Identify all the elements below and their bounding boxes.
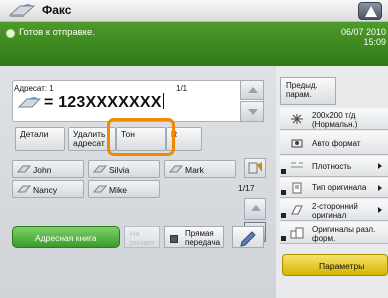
on-hook-label: На рычаге — [130, 229, 155, 247]
recipient-nancy[interactable]: Nancy — [12, 180, 84, 198]
address-scroll-up[interactable] — [240, 80, 264, 100]
recipient-name: Nancy — [33, 185, 58, 195]
address-page: 1/1 — [176, 84, 188, 93]
status-time: 15:09 — [363, 37, 386, 47]
marker-icon — [281, 190, 286, 195]
arrow-up-icon — [251, 205, 261, 211]
mixed-originals-icon — [290, 227, 304, 239]
edit-button[interactable] — [232, 226, 264, 248]
details-label: Детали — [20, 129, 49, 139]
original-type-option[interactable]: Тип оригинала — [280, 178, 388, 198]
pencil-icon — [240, 231, 256, 247]
address-label: Адресат: 1 — [14, 84, 54, 93]
title-bar: Факс — [0, 0, 388, 22]
fax-icon — [17, 165, 31, 173]
recipient-silvia[interactable]: Silvia — [88, 160, 160, 178]
status-icon — [6, 29, 15, 38]
status-date: 06/07 2010 — [340, 27, 386, 37]
auto-format-label: Авто формат — [312, 139, 361, 148]
arrow-right-icon — [378, 163, 382, 169]
on-hook-button[interactable]: На рычаге — [124, 226, 160, 248]
fax-icon — [93, 185, 107, 193]
duplex-label: 2-сторонний оригинал — [312, 202, 358, 220]
fax-number-text: = 123XXXXXXX — [44, 94, 162, 111]
density-icon — [291, 162, 303, 168]
sort-icon — [248, 162, 262, 174]
address-scroll-down[interactable] — [240, 101, 264, 122]
arrow-down-icon — [248, 109, 258, 115]
mixed-originals-option[interactable]: Оригиналы разл. форм. — [280, 222, 388, 244]
direct-send-button[interactable]: Прямая передача — [164, 226, 224, 248]
text-cursor — [162, 93, 164, 109]
fax-icon — [169, 165, 183, 173]
arrow-right-icon — [378, 185, 382, 191]
previous-settings-label: Предыд. парам. — [286, 81, 318, 99]
recipient-name: John — [33, 165, 52, 175]
grid-page-count: 1/17 — [238, 183, 255, 193]
recipient-name: Mike — [109, 185, 127, 195]
duplex-icon — [291, 205, 303, 215]
status-datetime: 06/07 2010 15:09 — [341, 27, 386, 47]
direct-send-label: Прямая передача — [185, 229, 221, 247]
recipient-john[interactable]: John — [12, 160, 84, 178]
fax-number-icon — [18, 97, 42, 108]
fax-number: = 123XXXXXXX — [44, 93, 164, 112]
arrow-right-icon — [378, 207, 382, 213]
recipient-name: Silvia — [109, 165, 130, 175]
fax-icon — [17, 185, 31, 193]
fax-icon — [8, 4, 36, 17]
parameters-button[interactable]: Параметры — [282, 254, 388, 276]
marker-icon — [281, 169, 286, 174]
density-label: Плотность — [312, 162, 352, 171]
menu-button[interactable] — [358, 2, 382, 20]
fax-screen: Факс Готов к отправке. 06/07 2010 15:09 … — [0, 0, 388, 298]
auto-format-icon — [291, 139, 303, 148]
grid-sort-button[interactable] — [244, 158, 266, 178]
triangle-icon — [365, 6, 377, 17]
previous-settings-button[interactable]: Предыд. парам. — [280, 77, 336, 105]
parameters-label: Параметры — [319, 261, 365, 271]
auto-format-option[interactable]: Авто формат — [280, 131, 388, 155]
resolution-icon — [291, 114, 303, 124]
recipient-mike[interactable]: Mike — [88, 180, 160, 198]
status-bar: Готов к отправке. 06/07 2010 15:09 — [0, 22, 388, 66]
original-type-icon — [292, 182, 302, 194]
tone-highlight — [107, 118, 175, 156]
checkbox-icon — [170, 235, 178, 243]
details-button[interactable]: Детали — [15, 127, 65, 151]
arrow-up-icon — [248, 87, 258, 93]
status-message: Готов к отправке. — [19, 27, 95, 38]
mixed-originals-label: Оригиналы разл. форм. — [312, 225, 376, 243]
address-book-label: Адресная книга — [35, 233, 97, 243]
resolution-label: 200x200 т/д (Нормальн.) — [312, 111, 358, 129]
recipient-mark[interactable]: Mark — [164, 160, 236, 178]
recipient-name: Mark — [185, 165, 204, 175]
resolution-option[interactable]: 200x200 т/д (Нормальн.) — [280, 108, 388, 130]
page-title: Факс — [42, 3, 72, 17]
marker-icon — [281, 213, 286, 218]
density-option[interactable]: Плотность — [280, 156, 388, 177]
fax-icon — [93, 165, 107, 173]
grid-scroll-up[interactable] — [244, 198, 266, 220]
original-type-label: Тип оригинала — [312, 183, 367, 192]
duplex-option[interactable]: 2-сторонний оригинал — [280, 199, 388, 221]
address-book-button[interactable]: Адресная книга — [12, 226, 120, 248]
marker-icon — [281, 236, 286, 241]
